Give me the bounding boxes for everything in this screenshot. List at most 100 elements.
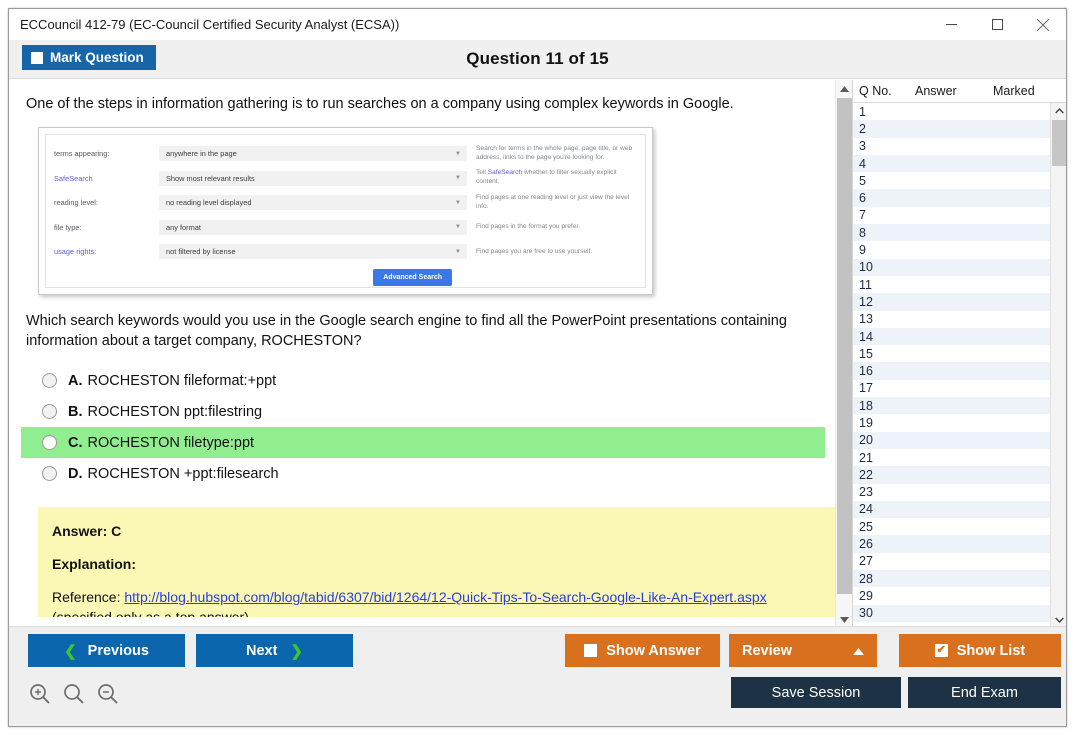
answer-value: Answer: C <box>52 523 122 540</box>
minimize-icon[interactable] <box>928 9 974 40</box>
option-text: ROCHESTON ppt:filestring <box>87 403 263 420</box>
chevron-down-icon: ▼ <box>455 224 461 231</box>
end-exam-button[interactable]: End Exam <box>908 677 1061 708</box>
advanced-search-select-value: no reading level displayed <box>166 198 252 208</box>
maximize-icon[interactable] <box>974 9 1020 40</box>
question-list-cell-no: 6 <box>859 191 866 206</box>
question-list-row[interactable]: 26 <box>853 535 1066 553</box>
window-title: ECCouncil 412-79 (EC-Council Certified S… <box>20 17 400 32</box>
question-list-cell-no: 16 <box>859 364 873 379</box>
question-list-row[interactable]: 2 <box>853 120 1066 138</box>
chevron-left-icon: ❮ <box>64 642 77 660</box>
zoom-reset-icon[interactable] <box>63 683 85 710</box>
advanced-search-row: usage rights: not filtered by license ▼ Fin… <box>54 240 637 265</box>
option-text: ROCHESTON +ppt:filesearch <box>87 465 279 482</box>
question-list-row[interactable]: 28 <box>853 570 1066 588</box>
question-list-panel: Q No. Answer Marked 1 2 3 4 5 6 7 8 9 10 11 12 13 14 1… <box>852 80 1066 628</box>
close-icon[interactable] <box>1020 9 1066 40</box>
chevron-down-icon: ▼ <box>455 150 461 157</box>
question-list-row[interactable]: 5 <box>853 172 1066 190</box>
list-scrollbar-thumb[interactable] <box>1052 120 1066 166</box>
answer-option-a[interactable]: A. ROCHESTON fileformat:+ppt <box>21 365 825 396</box>
question-list-cell-no: 22 <box>859 467 873 482</box>
question-list-row[interactable]: 27 <box>853 552 1066 571</box>
radio-button-icon[interactable] <box>42 373 57 389</box>
question-list-cell-no: 27 <box>859 554 873 569</box>
question-list-row[interactable]: 23 <box>853 483 1066 501</box>
show-list-checkbox-icon[interactable]: ✔ <box>934 644 948 657</box>
zoom-out-icon[interactable] <box>97 683 119 710</box>
question-list-row[interactable]: 8 <box>853 224 1066 242</box>
question-list-row[interactable]: 4 <box>853 154 1066 173</box>
question-list-row[interactable]: 16 <box>853 362 1066 380</box>
list-scroll-up-icon[interactable] <box>1051 103 1066 119</box>
previous-button[interactable]: ❮ Previous <box>28 634 185 667</box>
question-list-cell-no: 15 <box>859 346 873 361</box>
question-list-cell-no: 20 <box>859 433 873 448</box>
review-dropdown-button[interactable]: Review <box>729 634 877 667</box>
question-list-row[interactable]: 11 <box>853 275 1066 294</box>
scroll-up-icon[interactable] <box>836 80 853 97</box>
next-button[interactable]: Next ❯ <box>196 634 353 667</box>
option-letter: A. <box>68 372 83 389</box>
mark-question-button[interactable]: Mark Question <box>22 45 156 70</box>
radio-button-icon[interactable] <box>42 466 57 482</box>
question-list-row[interactable]: 30 <box>853 604 1066 622</box>
show-answer-button[interactable]: Show Answer <box>565 634 720 667</box>
reference-link[interactable]: http://blog.hubspot.com/blog/tabid/6307/… <box>124 589 766 605</box>
advanced-search-row-label: file type: <box>54 222 82 232</box>
question-list-body: 1 2 3 4 5 6 7 8 9 10 11 12 13 14 15 16 17 18 19 20 21 22 23 24 2… <box>853 103 1066 628</box>
advanced-search-hint: Find pages at one reading level or just … <box>476 193 630 210</box>
question-list-scrollbar[interactable] <box>1050 103 1066 628</box>
exam-header-bar: Mark Question Question 11 of 15 <box>9 40 1066 79</box>
question-list-row[interactable]: 29 <box>853 587 1066 605</box>
zoom-in-icon[interactable] <box>29 683 51 710</box>
show-answer-checkbox-icon[interactable] <box>584 644 598 657</box>
question-list-row[interactable]: 14 <box>853 327 1066 346</box>
advanced-search-hint: Find pages you are free to use yourself. <box>476 247 593 255</box>
question-list-row[interactable]: 1 <box>853 103 1066 121</box>
question-list-row[interactable]: 13 <box>853 310 1066 328</box>
question-list-row[interactable]: 19 <box>853 414 1066 432</box>
answer-option-d[interactable]: D. ROCHESTON +ppt:filesearch <box>21 458 825 489</box>
footer-toolbar: ❮ Previous Next ❯ Show Answer Review ✔ S… <box>9 626 1066 726</box>
answer-option-c[interactable]: C. ROCHESTON filetype:ppt <box>21 427 825 459</box>
show-list-button[interactable]: ✔ Show List <box>899 634 1061 667</box>
question-list-row[interactable]: 24 <box>853 500 1066 519</box>
question-list-row[interactable]: 15 <box>853 345 1066 363</box>
question-list-row[interactable]: 12 <box>853 293 1066 311</box>
advanced-search-select-value: Show most relevant results <box>166 173 255 183</box>
save-session-button[interactable]: Save Session <box>731 677 901 708</box>
question-list-cell-no: 11 <box>859 277 872 292</box>
review-label: Review <box>742 642 792 659</box>
question-list-row[interactable]: 9 <box>853 241 1066 259</box>
advanced-search-row-label: SafeSearch <box>54 173 93 183</box>
reference-prefix: Reference: <box>52 589 125 606</box>
advanced-search-button: Advanced Search <box>373 269 452 287</box>
mark-question-checkbox-icon[interactable] <box>31 51 43 64</box>
question-list-row[interactable]: 10 <box>853 258 1066 276</box>
question-list-cell-no: 29 <box>859 588 873 603</box>
scrollbar-thumb[interactable] <box>837 98 852 594</box>
save-session-label: Save Session <box>771 684 861 701</box>
question-list-row[interactable]: 20 <box>853 431 1066 449</box>
question-list-row[interactable]: 6 <box>853 189 1066 207</box>
question-list-row[interactable]: 7 <box>853 206 1066 225</box>
radio-button-icon[interactable] <box>42 404 57 420</box>
question-list-row[interactable]: 18 <box>853 397 1066 415</box>
question-list-row[interactable]: 17 <box>853 379 1066 398</box>
answer-explanation-panel: Answer: C Explanation: Reference: http:/… <box>38 507 835 618</box>
radio-button-icon[interactable] <box>42 435 57 451</box>
question-list-row[interactable]: 22 <box>853 466 1066 484</box>
question-list-row[interactable]: 21 <box>853 448 1066 467</box>
chevron-down-icon: ▼ <box>455 175 461 182</box>
question-list-cell-no: 3 <box>859 139 866 154</box>
answer-options: A. ROCHESTON fileformat:+ppt B. ROCHESTON p… <box>21 365 825 489</box>
question-list-row[interactable]: 3 <box>853 137 1066 155</box>
question-pane-scrollbar[interactable] <box>835 80 853 628</box>
question-list-row[interactable]: 25 <box>853 518 1066 536</box>
body-split: One of the steps in information gatherin… <box>9 80 1066 628</box>
answer-option-b[interactable]: B. ROCHESTON ppt:filestring <box>21 396 825 427</box>
window-controls <box>928 9 1066 40</box>
zoom-controls <box>29 683 119 710</box>
